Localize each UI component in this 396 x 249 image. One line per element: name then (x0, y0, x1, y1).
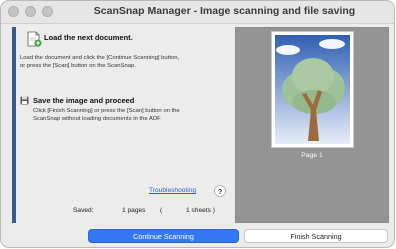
save-disk-icon (20, 96, 29, 105)
zoom-window-button[interactable] (42, 6, 53, 17)
minimize-window-button[interactable] (25, 6, 36, 17)
saved-open-paren: ( (160, 207, 163, 214)
step2-heading: Save the image and proceed (33, 96, 135, 105)
close-window-button[interactable] (8, 6, 19, 17)
step1-heading: Load the next document. (44, 33, 133, 42)
saved-pages-count: 1 pages (122, 207, 146, 214)
add-document-icon (27, 31, 42, 47)
title-bar: ScanSnap Manager - Image scanning and fi… (1, 1, 394, 24)
step1-desc-line1: Load the document and click the [Continu… (20, 55, 180, 61)
window-title: ScanSnap Manager - Image scanning and fi… (93, 5, 356, 17)
step2-desc-line1: Click [Finish Scanning] or press the [Sc… (33, 108, 180, 114)
page-label: Page 1 (301, 152, 323, 159)
page-thumbnail[interactable] (271, 31, 354, 148)
saved-label: Saved: (73, 207, 94, 214)
continue-scanning-button[interactable]: Continue Scanning (88, 229, 239, 243)
tree-image-icon (275, 35, 350, 144)
step1-desc-line2: or press the [Scan] button on the ScanSn… (20, 63, 136, 69)
finish-scanning-button[interactable]: Finish Scanning (244, 229, 388, 243)
preview-panel: Page 1 (235, 27, 389, 223)
instructions-panel: Load the next document. Load the documen… (12, 27, 230, 223)
panel-accent-bar (12, 27, 16, 223)
scansnap-window: ScanSnap Manager - Image scanning and fi… (0, 0, 395, 248)
step2-desc-line2: ScanSnap without loading documents in th… (33, 116, 161, 122)
troubleshooting-link[interactable]: Troubleshooting (149, 187, 196, 194)
saved-sheets-count: 1 sheets ) (186, 207, 215, 214)
help-icon[interactable]: ? (214, 185, 226, 197)
